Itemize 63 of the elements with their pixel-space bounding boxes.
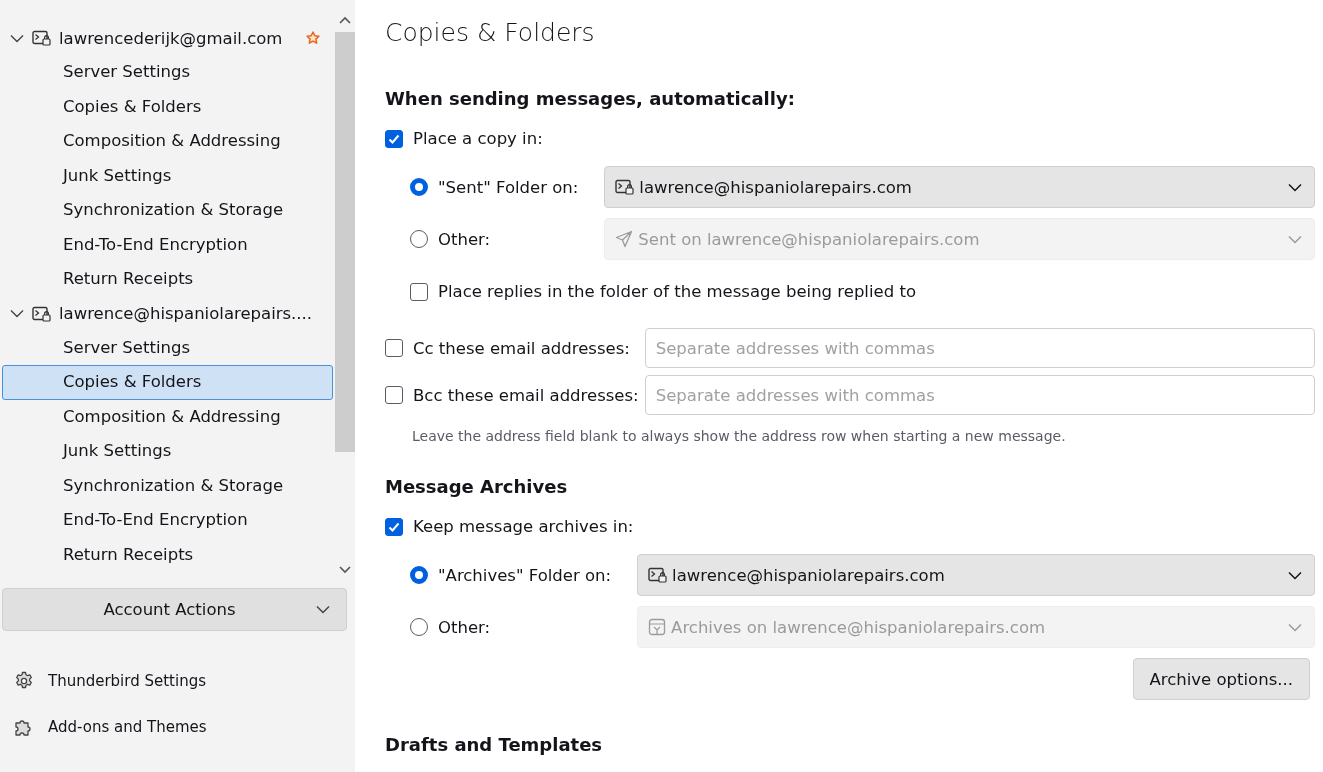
folder-dropdown[interactable]: lawrence@hispaniolarepairs.com	[637, 554, 1315, 596]
chevron-down-icon	[1288, 182, 1302, 192]
chevron-down-icon[interactable]	[10, 309, 24, 318]
sidebar-item[interactable]: Copies & Folders	[2, 365, 333, 400]
checkbox[interactable]	[385, 386, 403, 404]
checkbox[interactable]	[385, 129, 403, 148]
checkbox[interactable]	[385, 517, 403, 536]
radio-label: Other:	[438, 617, 491, 637]
checkbox-label: Bcc these email addresses:	[413, 385, 639, 405]
account-row[interactable]: lawrencederijk@gmail.com	[0, 21, 335, 55]
sidebar-item[interactable]: End-To-End Encryption	[2, 503, 333, 538]
mail-lock-icon	[32, 30, 51, 46]
archive-options-button[interactable]: Archive options...	[1132, 658, 1310, 700]
sidebar-item[interactable]: Junk Settings	[2, 434, 333, 469]
chevron-down-icon	[1288, 234, 1302, 244]
folder-dropdown[interactable]: lawrence@hispaniolarepairs.com	[604, 166, 1315, 208]
sidebar-item[interactable]: Server Settings	[2, 330, 333, 365]
radio-label: Other:	[438, 229, 491, 249]
sidebar-item[interactable]: Copies & Folders	[2, 89, 333, 124]
account-actions-button[interactable]: Account Actions	[2, 588, 347, 631]
sidebar-item[interactable]: Server Settings	[2, 55, 333, 90]
sidebar-item[interactable]: Synchronization & Storage	[2, 468, 333, 503]
account-name: lawrencederijk@gmail.com	[59, 28, 283, 48]
puzzle-piece-icon	[14, 717, 34, 737]
chevron-down-icon	[1288, 622, 1302, 632]
checkbox-label: Place a copy in:	[413, 129, 543, 148]
checkbox[interactable]	[385, 339, 403, 357]
page-title: Copies & Folders	[385, 18, 596, 47]
paper-plane-icon	[615, 230, 634, 248]
checkbox-label: Cc these email addresses:	[413, 338, 630, 358]
hint-text: Leave the address field blank to always show the address row when starting a new message.	[412, 428, 1067, 444]
radio-button[interactable]	[410, 566, 428, 584]
mail-lock-icon	[615, 179, 635, 195]
section-heading: Drafts and Templates	[385, 734, 604, 755]
chevron-down-icon	[1288, 570, 1302, 580]
sidebar-item[interactable]: Composition & Addressing	[2, 399, 333, 434]
checkbox-label: Place replies in the folder of the message being replied to	[438, 282, 916, 301]
chevron-down-icon[interactable]	[10, 33, 24, 43]
sidebar-item[interactable]: Synchronization & Storage	[2, 193, 333, 228]
sidebar-item[interactable]: Return Receipts	[2, 537, 333, 572]
section-heading: When sending messages, automatically:	[385, 88, 796, 109]
sidebar-item[interactable]: End-To-End Encryption	[2, 227, 333, 262]
radio-label: "Archives" Folder on:	[438, 565, 612, 585]
radio-button[interactable]	[410, 178, 428, 196]
account-name: lawrence@hispaniolarepairs....	[59, 304, 313, 323]
section-heading: Message Archives	[385, 476, 569, 497]
account-row[interactable]: lawrence@hispaniolarepairs....	[0, 296, 335, 331]
sidebar-link[interactable]: Thunderbird Settings	[14, 667, 355, 695]
gear-icon	[14, 671, 34, 691]
scroll-down-icon[interactable]	[339, 566, 351, 574]
chevron-down-icon	[316, 605, 330, 614]
sidebar-item[interactable]: Junk Settings	[2, 158, 333, 193]
checkbox-label: Keep message archives in:	[413, 517, 634, 536]
mail-lock-icon	[32, 305, 51, 322]
scroll-up-icon[interactable]	[339, 16, 351, 24]
archive-box-icon	[648, 618, 667, 636]
checkbox[interactable]	[410, 282, 428, 301]
sidebar-item[interactable]: Composition & Addressing	[2, 124, 333, 159]
scrollbar-thumb[interactable]	[335, 32, 355, 452]
mail-lock-icon	[648, 567, 668, 583]
sidebar-item[interactable]: Return Receipts	[2, 262, 333, 297]
sidebar-link[interactable]: Add-ons and Themes	[14, 713, 355, 741]
radio-label: "Sent" Folder on:	[438, 177, 579, 197]
